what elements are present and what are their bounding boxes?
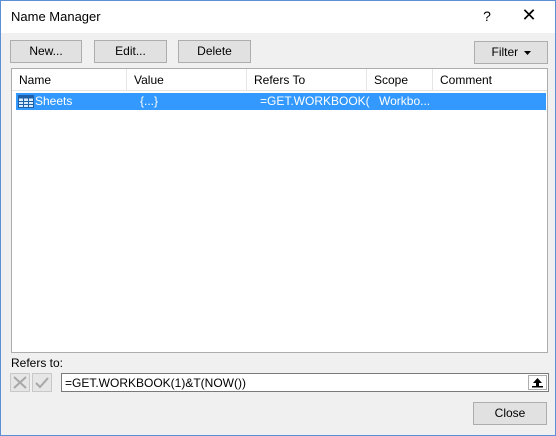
- refers-to-field[interactable]: [61, 373, 549, 392]
- row-value: {...}: [140, 94, 159, 108]
- column-header-value[interactable]: Value: [127, 69, 247, 91]
- column-header-name[interactable]: Name: [12, 69, 127, 91]
- delete-button[interactable]: Delete: [178, 40, 251, 63]
- cancel-x-icon: [13, 376, 27, 389]
- check-icon: [35, 377, 49, 389]
- cancel-edit-button[interactable]: [10, 373, 30, 392]
- edit-button[interactable]: Edit...: [94, 40, 167, 63]
- window-close-button[interactable]: ✕: [517, 4, 541, 28]
- filter-button-label: Filter: [491, 45, 519, 59]
- commit-edit-button[interactable]: [32, 373, 52, 392]
- row-refers-to: =GET.WORKBOOK(...: [260, 94, 370, 108]
- table-icon: [18, 95, 34, 108]
- column-header-scope[interactable]: Scope: [367, 69, 433, 91]
- new-button[interactable]: New...: [10, 40, 82, 63]
- refers-to-label: Refers to:: [11, 356, 64, 370]
- chevron-down-icon: [523, 50, 531, 55]
- window-title: Name Manager: [11, 9, 101, 24]
- list-header: Name Value Refers To Scope Comment: [12, 69, 547, 91]
- help-button[interactable]: ?: [475, 4, 499, 28]
- collapse-dialog-button[interactable]: [528, 375, 547, 390]
- refers-to-input[interactable]: [64, 374, 524, 391]
- close-button[interactable]: Close: [473, 402, 547, 425]
- column-header-comment[interactable]: Comment: [433, 69, 547, 91]
- close-button-label: Close: [494, 406, 526, 420]
- filter-button[interactable]: Filter: [474, 41, 548, 64]
- row-name: Sheets: [35, 94, 73, 108]
- column-header-refers-to[interactable]: Refers To: [247, 69, 367, 91]
- row-scope: Workbo...: [379, 94, 431, 108]
- collapse-dialog-icon: [532, 378, 543, 388]
- edit-button-label: Edit...: [115, 44, 146, 58]
- table-row[interactable]: Sheets {...} =GET.WORKBOOK(... Workbo...: [16, 93, 546, 110]
- delete-button-label: Delete: [197, 44, 232, 58]
- row-comment: [446, 93, 546, 110]
- new-button-label: New...: [29, 44, 63, 58]
- names-list[interactable]: Name Value Refers To Scope Comment Sheet…: [11, 68, 548, 353]
- title-bar: Name Manager ? ✕: [1, 1, 555, 33]
- name-manager-dialog: Name Manager ? ✕ New... Edit... Delete F…: [0, 0, 556, 436]
